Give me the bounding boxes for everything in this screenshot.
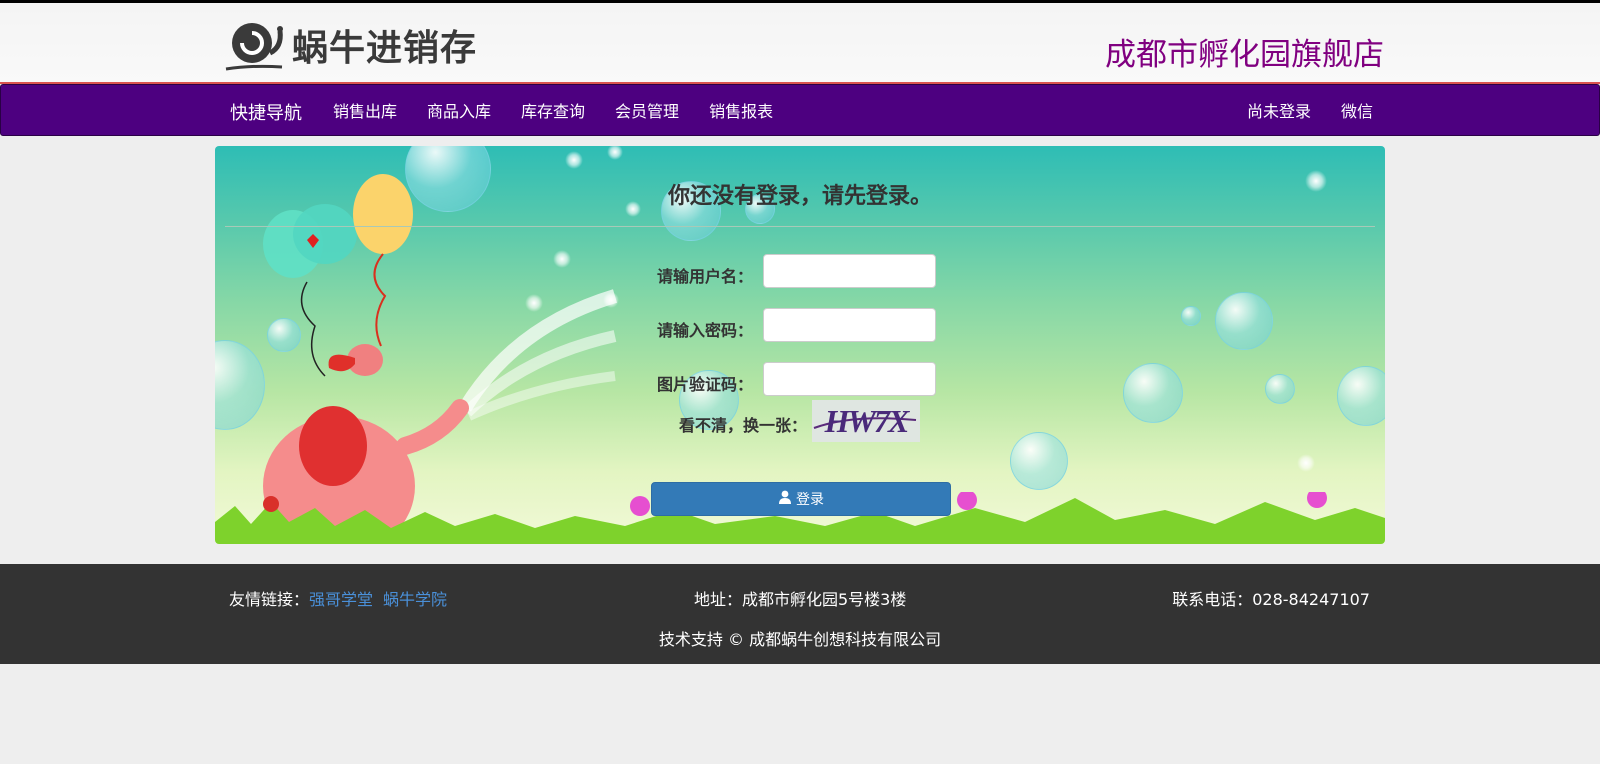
captcha-text: HW7X	[824, 403, 910, 439]
nav-item-stock-query[interactable]: 库存查询	[506, 98, 600, 122]
password-input[interactable]	[763, 308, 936, 342]
navbar: 快捷导航 销售出库 商品入库 库存查询 会员管理 销售报表 尚未登录 微信	[0, 84, 1600, 136]
user-icon	[778, 490, 792, 508]
shop-name: 成都市孵化园旗舰店	[1105, 37, 1384, 73]
password-row: 请输入密码：	[215, 308, 1385, 344]
nav-item-sales-report[interactable]: 销售报表	[694, 98, 788, 122]
nav-brand[interactable]: 快捷导航	[230, 99, 302, 125]
nav-menu: 销售出库 商品入库 库存查询 会员管理 销售报表	[318, 85, 788, 135]
footer-address: 地址：成都市孵化园5号楼3楼	[694, 590, 907, 609]
nav-item-sales-out[interactable]: 销售出库	[318, 98, 412, 122]
password-label: 请输入密码：	[656, 321, 753, 340]
captcha-input-row: 图片验证码：	[215, 362, 1385, 398]
friend-link-woniu[interactable]: 蜗牛学院	[383, 590, 447, 609]
logo-text: 蜗牛进销存	[292, 28, 478, 69]
username-row: 请输用户名：	[215, 254, 1385, 290]
friend-link-qiangge[interactable]: 强哥学堂	[309, 590, 373, 609]
captcha-refresh-row: 看不清，换一张： HW7X	[215, 398, 1385, 444]
nav-right: 尚未登录 微信	[1232, 85, 1388, 135]
login-button[interactable]: 登录	[651, 482, 951, 516]
friend-links: 友情链接：强哥学堂 蜗牛学院	[229, 586, 457, 610]
username-label: 请输用户名：	[656, 267, 753, 286]
nav-item-login-status[interactable]: 尚未登录	[1232, 98, 1326, 122]
captcha-input[interactable]	[763, 362, 936, 396]
nav-item-wechat[interactable]: 微信	[1326, 98, 1388, 122]
footer-phone: 联系电话：028-84247107	[1172, 590, 1370, 609]
header: 蜗牛进销存 成都市孵化园旗舰店	[0, 0, 1600, 84]
username-input[interactable]	[763, 254, 936, 288]
captcha-input-label: 图片验证码：	[656, 375, 753, 394]
title-divider	[225, 226, 1375, 227]
friend-links-label: 友情链接：	[229, 590, 310, 609]
captcha-image[interactable]: HW7X	[812, 400, 920, 442]
nav-item-member-manage[interactable]: 会员管理	[600, 98, 694, 122]
footer-copyright: 技术支持 © 成都蜗牛创想科技有限公司	[658, 630, 942, 649]
sparkle-decoration	[1297, 454, 1315, 472]
logo[interactable]: 蜗牛进销存	[222, 17, 477, 73]
login-panel: 你还没有登录，请先登录。 请输用户名： 请输入密码： 图片验证码： 看不清，换一…	[215, 146, 1385, 544]
login-title: 你还没有登录，请先登录。	[667, 184, 932, 209]
captcha-refresh-label: 看不清，换一张：	[678, 416, 807, 435]
footer: 友情链接：强哥学堂 蜗牛学院 地址：成都市孵化园5号楼3楼 联系电话：028-84…	[0, 564, 1600, 664]
login-button-label: 登录	[796, 492, 824, 508]
nav-item-goods-in[interactable]: 商品入库	[412, 98, 506, 122]
snail-icon	[225, 23, 283, 71]
